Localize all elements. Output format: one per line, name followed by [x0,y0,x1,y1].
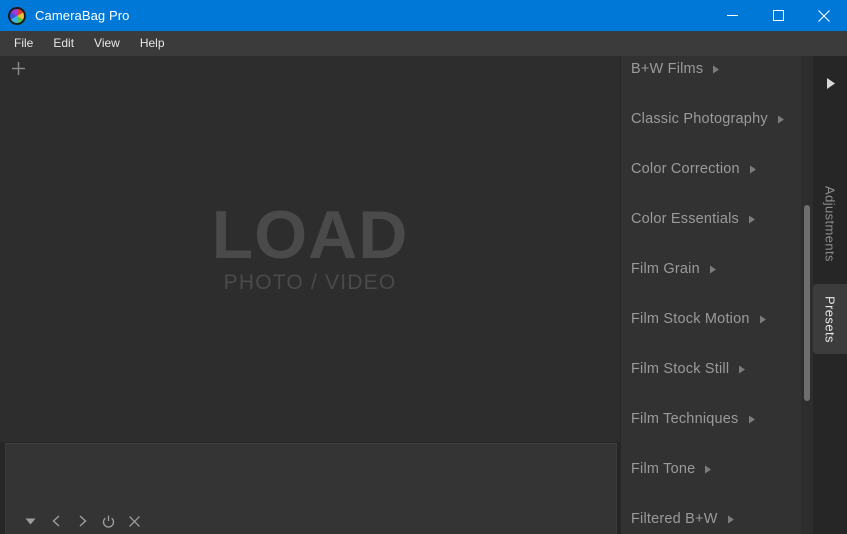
preset-category-label: Film Techniques [631,411,739,427]
preset-category-color-correction[interactable]: Color Correction [621,144,813,194]
expand-down-icon[interactable] [17,510,43,532]
next-icon[interactable] [69,510,95,532]
close-button[interactable] [801,0,847,31]
preset-category-color-essentials[interactable]: Color Essentials [621,194,813,244]
filmstrip-panel [5,443,617,534]
chevron-right-icon [749,165,757,174]
preset-category-label: Color Correction [631,161,740,177]
chevron-right-icon [738,365,746,374]
preset-category-film-stock-still[interactable]: Film Stock Still [621,344,813,394]
preset-category-filtered-bw[interactable]: Filtered B+W [621,494,813,534]
preset-category-label: Film Stock Motion [631,311,750,327]
minimize-button[interactable] [709,0,755,31]
tab-adjustments[interactable]: Adjustments [813,166,847,281]
preset-category-label: B+W Films [631,61,704,77]
menu-item-edit[interactable]: Edit [43,31,84,56]
close-icon[interactable] [121,510,147,532]
chevron-right-icon [712,65,720,74]
previous-icon[interactable] [43,510,69,532]
color-wheel-icon [8,6,26,25]
power-icon[interactable] [95,510,121,532]
preset-category-film-grain[interactable]: Film Grain [621,244,813,294]
maximize-button[interactable] [755,0,801,31]
load-title: LOAD [211,196,409,273]
expand-right-arrow-icon[interactable] [813,68,847,98]
chevron-right-icon [727,515,735,524]
preset-category-label: Filtered B+W [631,511,718,527]
load-subtitle: PHOTO / VIDEO [223,271,397,295]
preset-category-film-tone[interactable]: Film Tone [621,444,813,494]
camerabag-pro-window: CameraBag Pro File Edit View Help LOAD P… [0,0,847,534]
window-title: CameraBag Pro [35,8,130,23]
presets-panel: B+W Films Classic Photography Color Corr… [621,56,813,534]
title-bar: CameraBag Pro [0,0,847,31]
menu-bar: File Edit View Help [0,31,847,56]
preset-category-label: Film Stock Still [631,361,730,377]
window-controls [709,0,847,31]
menu-item-file[interactable]: File [4,31,43,56]
menu-item-view[interactable]: View [84,31,130,56]
preset-category-label: Film Tone [631,461,696,477]
menu-item-help[interactable]: Help [130,31,175,56]
tab-presets[interactable]: Presets [813,284,847,354]
presets-scrollbar-thumb[interactable] [804,205,810,401]
chevron-right-icon [709,265,717,274]
preset-category-film-techniques[interactable]: Film Techniques [621,394,813,444]
presets-list: B+W Films Classic Photography Color Corr… [621,56,813,534]
load-placeholder[interactable]: LOAD PHOTO / VIDEO [0,56,620,442]
preset-category-label: Classic Photography [631,111,768,127]
preset-category-bw-films[interactable]: B+W Films [621,56,813,94]
workspace: LOAD PHOTO / VIDEO B+W Films Classic Pho… [0,56,847,534]
tab-adjustments-label: Adjustments [822,185,838,262]
chevron-right-icon [777,115,785,124]
preset-category-label: Film Grain [631,261,700,277]
chevron-right-icon [704,465,712,474]
tab-presets-label: Presets [822,295,838,343]
presets-scrollbar[interactable] [801,56,813,534]
chevron-right-icon [748,215,756,224]
image-viewer[interactable]: LOAD PHOTO / VIDEO [0,56,620,442]
preset-category-classic-photography[interactable]: Classic Photography [621,94,813,144]
chevron-right-icon [759,315,767,324]
filmstrip-toolbar [6,508,618,534]
panel-tab-rail: Adjustments Presets [813,56,847,534]
preset-category-label: Color Essentials [631,211,739,227]
chevron-right-icon [748,415,756,424]
preset-category-film-stock-motion[interactable]: Film Stock Motion [621,294,813,344]
